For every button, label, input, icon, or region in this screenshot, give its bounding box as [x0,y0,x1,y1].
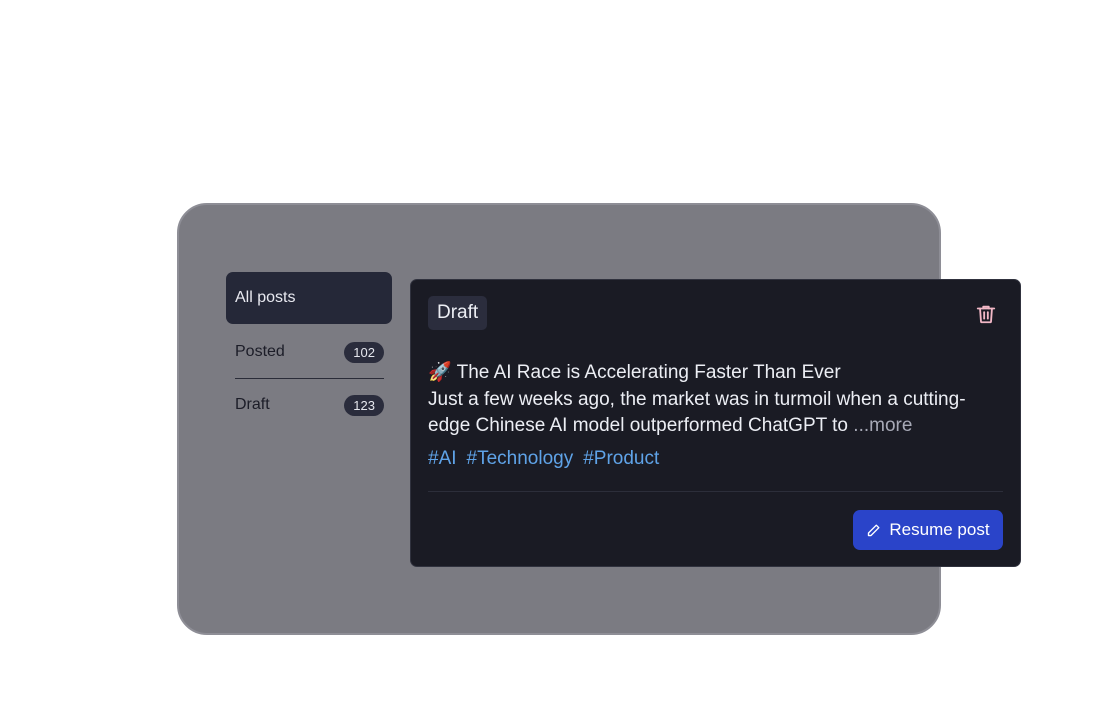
hashtag-technology[interactable]: #Technology [467,448,574,470]
posted-count-badge: 102 [344,341,384,363]
sidebar-item-label: Draft [235,396,270,413]
status-badge: Draft [428,296,488,330]
draft-count-badge: 123 [344,394,384,416]
post-title: The AI Race is Accelerating Faster Than … [456,362,841,383]
posts-sidebar: All posts Posted 102 Draft 123 [226,272,392,431]
trash-icon [976,305,996,324]
status-label: Draft [437,302,479,323]
stage: All posts Posted 102 Draft 123 Draft 🚀 T… [0,0,1100,720]
post-card: Draft 🚀 The AI Race is Accelerating Fast… [410,279,1021,567]
sidebar-item-label: All posts [235,289,296,306]
hashtag-product[interactable]: #Product [583,448,659,470]
pencil-icon [868,524,880,536]
resume-post-label: Resume post [889,520,990,539]
resume-post-button[interactable]: Resume post [853,510,1003,550]
rocket-emoji: 🚀 [428,362,452,383]
delete-button[interactable] [974,302,998,326]
sidebar-item-draft[interactable]: Draft 123 [226,379,392,431]
sidebar-item-posted[interactable]: Posted 102 [226,326,392,378]
post-body: 🚀 The AI Race is Accelerating Faster Tha… [428,360,1006,440]
post-title-line: 🚀 The AI Race is Accelerating Faster Tha… [428,360,1006,387]
post-excerpt-line: Just a few weeks ago, the market was in … [428,387,1006,440]
hashtag-list: #AI #Technology #Product [428,448,659,470]
sidebar-item-all-posts[interactable]: All posts [226,272,392,324]
hashtag-ai[interactable]: #AI [428,448,457,470]
sidebar-item-label: Posted [235,343,285,360]
more-link[interactable]: ...more [853,415,912,436]
card-divider [428,491,1003,492]
